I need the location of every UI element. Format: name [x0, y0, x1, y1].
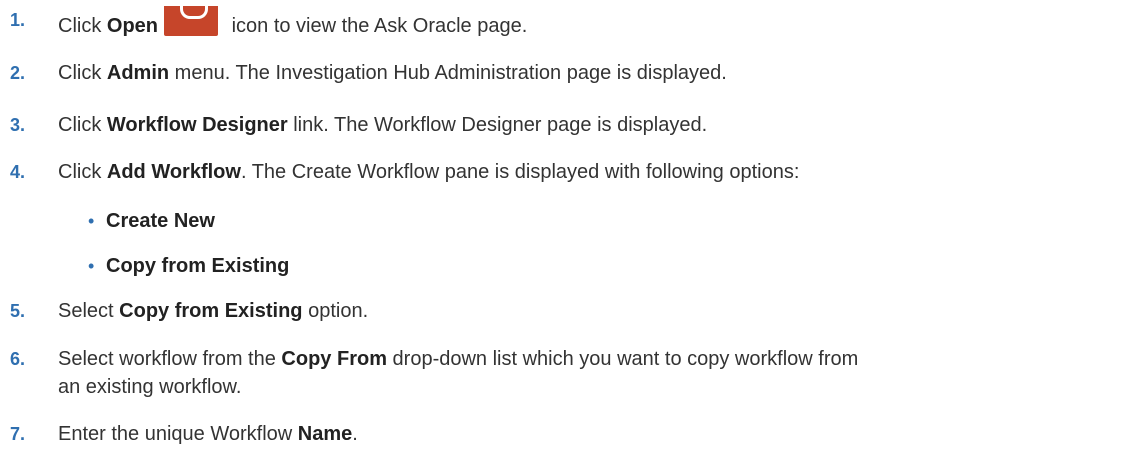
step-keyword: Copy From: [281, 348, 387, 370]
option-create-new: • Create New: [0, 207, 1120, 235]
step-number: 6.: [10, 349, 26, 369]
step-text: Enter the unique Workflow Name.: [58, 423, 358, 445]
open-icon: [164, 2, 219, 36]
step-text: Click Add Workflow. The Create Workflow …: [58, 161, 800, 183]
bullet-icon: •: [88, 256, 95, 276]
instruction-document: 1. Click Open icon to view the Ask Oracl…: [0, 0, 1127, 451]
step-7: 7. Enter the unique Workflow Name.: [0, 420, 1120, 448]
step-keyword: Workflow Designer: [106, 114, 288, 136]
step-text: Select Copy from Existing option.: [58, 300, 369, 322]
step-1: 1. Click Open icon to view the Ask Oracl…: [0, 2, 1120, 40]
option-label: Create New: [106, 210, 215, 232]
step-3: 3. Click Workflow Designer link. The Wor…: [0, 111, 1120, 139]
step-number: 5.: [10, 301, 26, 321]
step-keyword: Add Workflow: [106, 161, 241, 183]
step-number: 1.: [10, 10, 26, 30]
step-number: 2.: [10, 63, 26, 83]
step-keyword: Name: [297, 423, 353, 445]
step-keyword: Copy from Existing: [119, 300, 303, 322]
step-number: 7.: [10, 424, 26, 444]
step-text-continued: an existing workflow.: [58, 376, 242, 398]
step-text: Select workflow from the Copy From drop-…: [58, 348, 859, 370]
step-6: 6. Select workflow from the Copy From dr…: [0, 345, 1120, 401]
step-keyword: Open: [106, 15, 159, 37]
step-keyword: Admin: [106, 62, 170, 84]
step-number: 3.: [10, 115, 26, 135]
step-4: 4. Click Add Workflow. The Create Workfl…: [0, 158, 1120, 186]
bullet-icon: •: [88, 211, 95, 231]
option-copy-from-existing: • Copy from Existing: [0, 252, 1120, 280]
step-2: 2. Click Admin menu. The Investigation H…: [0, 59, 1120, 87]
step-number: 4.: [10, 162, 26, 182]
step-5: 5. Select Copy from Existing option.: [0, 297, 1120, 325]
option-label: Copy from Existing: [106, 255, 290, 277]
step-text: Click Admin menu. The Investigation Hub …: [58, 62, 727, 84]
step-text: Click Workflow Designer link. The Workfl…: [58, 114, 708, 136]
step-text: Click Open icon to view the Ask Oracle p…: [58, 2, 1120, 40]
